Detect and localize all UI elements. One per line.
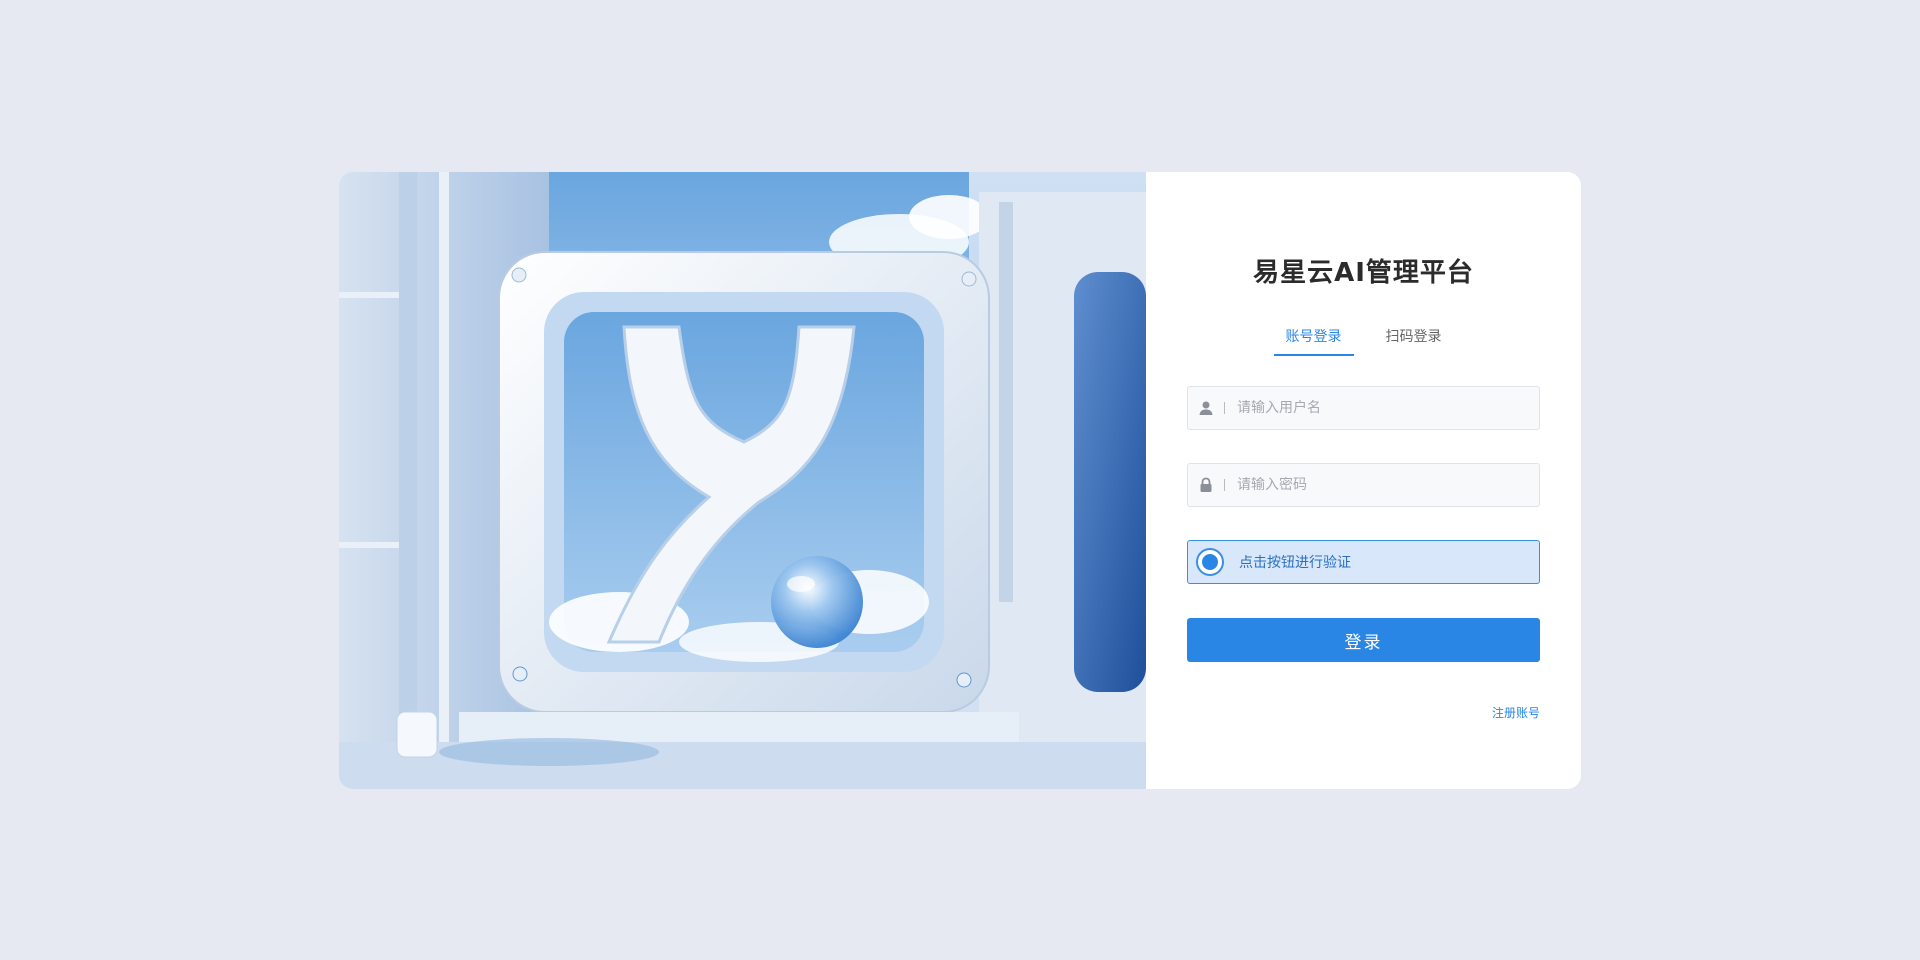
- verify-label: 点击按钮进行验证: [1239, 555, 1351, 571]
- password-input[interactable]: [1237, 477, 1517, 493]
- tab-qrcode-login[interactable]: 扫码登录: [1374, 326, 1454, 356]
- hero-artwork: [339, 172, 1146, 789]
- login-tabs: 账号登录 扫码登录: [1146, 326, 1581, 356]
- field-separator: [1224, 479, 1225, 491]
- register-link[interactable]: 注册账号: [1492, 704, 1540, 721]
- page-title: 易星云AI管理平台: [1253, 258, 1474, 288]
- login-button[interactable]: 登录: [1187, 618, 1540, 662]
- radio-dot-fill: [1202, 554, 1218, 570]
- password-field[interactable]: [1187, 463, 1540, 507]
- username-field[interactable]: [1187, 386, 1540, 430]
- login-card: 易星云AI管理平台 账号登录 扫码登录 请输入用户名 点击按钮进行验证 登录 注…: [339, 172, 1581, 789]
- field-separator: [1224, 402, 1225, 414]
- hero-illustration: [339, 172, 1146, 789]
- username-input[interactable]: [1237, 400, 1517, 416]
- tab-account-login[interactable]: 账号登录: [1273, 326, 1354, 356]
- user-icon: [1188, 400, 1224, 416]
- login-panel: 易星云AI管理平台 账号登录 扫码登录 请输入用户名 点击按钮进行验证 登录 注…: [1146, 172, 1581, 789]
- radio-dot-icon: [1196, 548, 1224, 576]
- verify-button[interactable]: 点击按钮进行验证: [1187, 540, 1540, 584]
- lock-icon: [1188, 477, 1224, 493]
